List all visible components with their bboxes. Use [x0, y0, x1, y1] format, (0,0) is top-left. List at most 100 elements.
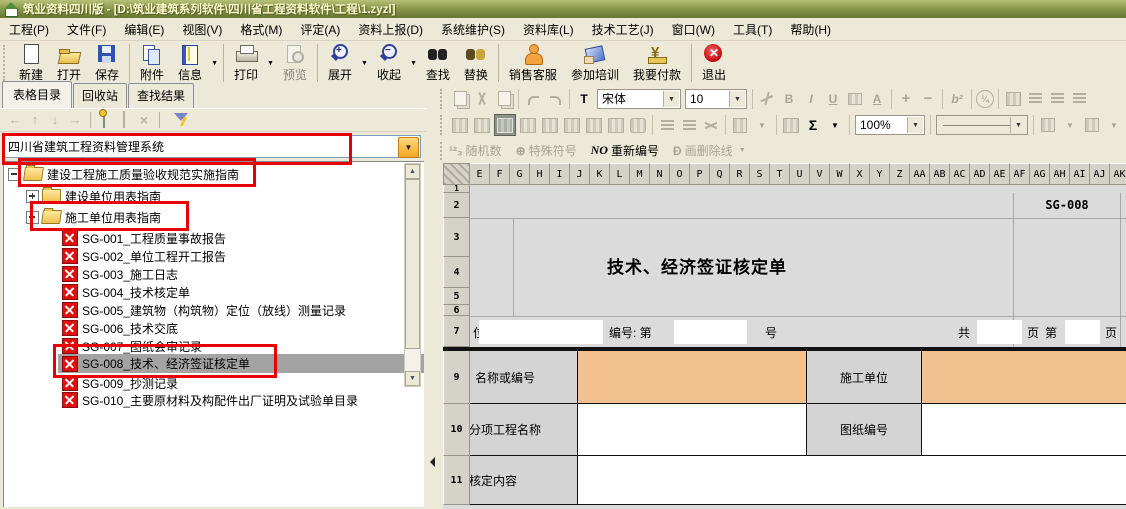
menu-item[interactable]: 资料上报(D)	[349, 18, 432, 41]
collapse-dropdown-arrow[interactable]: ▼	[410, 60, 417, 67]
row-header-6[interactable]: 6	[443, 305, 470, 316]
row10-right-value-cell[interactable]	[922, 404, 1126, 456]
number-input[interactable]	[674, 320, 747, 344]
tree-item-sg009[interactable]: SG-009_抄测记录	[4, 374, 424, 392]
copy-node-icon[interactable]	[115, 111, 133, 129]
menu-item[interactable]: 工程(P)	[0, 18, 58, 41]
column-header-cell[interactable]: F	[490, 163, 510, 185]
replace-button[interactable]: 替换	[457, 41, 495, 85]
sum-dropdown-arrow[interactable]: ▼	[825, 115, 845, 135]
nav-up-icon[interactable]: ↑	[26, 111, 44, 129]
expand-dropdown-arrow[interactable]: ▼	[361, 60, 368, 67]
column-header-cell[interactable]: AE	[990, 163, 1010, 185]
tree-item-sg001[interactable]: SG-001_工程质量事故报告	[4, 229, 424, 247]
tree-scrollbar[interactable]: ▲ ▼	[404, 163, 421, 387]
font-size-select[interactable]: 10▼	[685, 89, 747, 109]
tree-item-sg004[interactable]: SG-004_技术核定单	[4, 283, 424, 301]
column-header-cell[interactable]: AA	[910, 163, 930, 185]
row9-value-cell[interactable]	[578, 351, 807, 404]
collapse-expander-icon[interactable]	[26, 211, 39, 224]
column-header-cell[interactable]: AH	[1050, 163, 1070, 185]
scroll-down-icon[interactable]: ▼	[405, 371, 420, 386]
column-header-cell[interactable]: I	[550, 163, 570, 185]
renumber-tool[interactable]: NO重新编号	[591, 142, 659, 159]
column-header-cell[interactable]: AI	[1070, 163, 1090, 185]
tab-search-results[interactable]: 查找结果	[128, 83, 194, 108]
scrollbar-thumb[interactable]	[405, 179, 420, 349]
unit-input[interactable]	[479, 320, 603, 344]
font-select[interactable]: 宋体▼	[597, 89, 681, 109]
row10-label-cell[interactable]: 分项工程名称	[470, 404, 578, 456]
tree-node-construction-unit[interactable]: 建设单位用表指南	[4, 186, 424, 206]
nav-left-icon[interactable]: ←	[6, 111, 24, 129]
print-dropdown-arrow[interactable]: ▼	[267, 60, 274, 67]
expand-button[interactable]: +展开	[321, 41, 359, 85]
column-header-cell[interactable]: U	[790, 163, 810, 185]
column-header-cell[interactable]: P	[690, 163, 710, 185]
new-node-icon[interactable]	[95, 111, 113, 129]
tree-node-root[interactable]: 建设工程施工质量验收规范实施指南	[4, 164, 424, 184]
row-header-9[interactable]: 9	[443, 351, 470, 404]
fill-color-dropdown-arrow[interactable]: ▼	[1104, 115, 1124, 135]
nav-down-icon[interactable]: ↓	[46, 111, 64, 129]
sheet-corner-cell[interactable]	[443, 163, 470, 185]
column-header-cell[interactable]: Q	[710, 163, 730, 185]
tab-table-catalog[interactable]: 表格目录	[2, 81, 72, 108]
tab-recycle-bin[interactable]: 回收站	[73, 83, 127, 108]
zoom-select[interactable]: 100%▼	[855, 115, 925, 135]
decrease-icon[interactable]: −	[918, 89, 938, 109]
column-header-cell[interactable]: J	[570, 163, 590, 185]
page-number-input[interactable]	[1065, 320, 1100, 344]
border-color-dropdown-arrow[interactable]: ▼	[1060, 115, 1080, 135]
column-header-cell[interactable]: M	[630, 163, 650, 185]
column-header-cell[interactable]: AC	[950, 163, 970, 185]
menu-item[interactable]: 视图(V)	[173, 18, 231, 41]
tree-item-sg005[interactable]: SG-005_建筑物（构筑物）定位（放线）测量记录	[4, 301, 424, 319]
total-pages-input[interactable]	[977, 320, 1022, 344]
row-header-11[interactable]: 11	[443, 456, 470, 505]
column-header-cell[interactable]: Y	[870, 163, 890, 185]
find-button[interactable]: 查找	[419, 41, 457, 85]
training-button[interactable]: 参加培训	[564, 41, 626, 85]
pattern-dropdown-arrow[interactable]: ▼	[752, 115, 772, 135]
tree-item-sg006[interactable]: SG-006_技术交底	[4, 319, 424, 337]
menu-item[interactable]: 文件(F)	[58, 18, 115, 41]
delete-node-icon[interactable]: ×	[135, 111, 153, 129]
nav-right-icon[interactable]: →	[66, 111, 84, 129]
menu-item[interactable]: 窗口(W)	[663, 18, 724, 41]
column-header-cell[interactable]: AD	[970, 163, 990, 185]
column-header-cell[interactable]: N	[650, 163, 670, 185]
row-header-10[interactable]: 10	[443, 404, 470, 456]
sum-icon[interactable]: Σ	[803, 115, 823, 135]
tree-item-sg002[interactable]: SG-002_单位工程开工报告	[4, 247, 424, 265]
tree-item-sg008-selected[interactable]: SG-008_技术、经济签证核定单	[4, 354, 424, 373]
filter-icon[interactable]	[164, 111, 182, 129]
expand-expander-icon[interactable]	[26, 190, 39, 203]
column-header-cell[interactable]: W	[830, 163, 850, 185]
row11-label-cell[interactable]: 核定内容	[470, 456, 578, 505]
new-button[interactable]: 新建	[12, 41, 50, 85]
tree-item-sg007[interactable]: SG-007_图纸会审记录	[4, 337, 424, 355]
collapse-panel-arrow-icon[interactable]	[430, 457, 435, 467]
column-header-cell[interactable]: V	[810, 163, 830, 185]
column-header-cell[interactable]: Z	[890, 163, 910, 185]
tree-item-sg010[interactable]: SG-010_主要原材料及构配件出厂证明及试验单目录	[4, 391, 424, 409]
row-header-3[interactable]: 3	[443, 218, 470, 257]
tree-node-builder-unit[interactable]: 施工单位用表指南	[4, 207, 424, 227]
menu-item[interactable]: 系统维护(S)	[432, 18, 514, 41]
column-header-cell[interactable]: E	[470, 163, 490, 185]
column-header-cell[interactable]: H	[530, 163, 550, 185]
form-title[interactable]: 技术、经济签证核定单	[517, 253, 877, 278]
row9-label-cell[interactable]: 名称或编号	[470, 351, 578, 404]
collapse-button[interactable]: −收起	[370, 41, 408, 85]
save-button[interactable]: 保存	[88, 41, 126, 85]
column-header-cell[interactable]: AJ	[1090, 163, 1110, 185]
menu-item[interactable]: 格式(M)	[231, 18, 291, 41]
column-header-cell[interactable]: AK	[1110, 163, 1126, 185]
info-button[interactable]: 信息	[171, 41, 209, 85]
increase-icon[interactable]: +	[896, 89, 916, 109]
info-dropdown-arrow[interactable]: ▼	[211, 60, 218, 67]
grid-toggle-icon[interactable]	[494, 114, 516, 136]
menu-item[interactable]: 工具(T)	[724, 18, 781, 41]
toolbar-handle[interactable]	[3, 45, 9, 81]
